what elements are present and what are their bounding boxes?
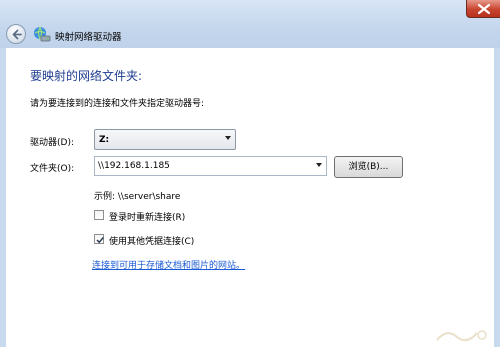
instruction-text: 请为要连接到的连接和文件夹指定驱动器号: [30, 99, 205, 109]
back-arrow-icon [12, 29, 22, 40]
window-title: 映射网络驱动器 [55, 32, 122, 43]
drive-label: 驱动器(D): [30, 138, 74, 148]
website-storage-link[interactable]: 连接到可用于存储文档和图片的网站。 [92, 258, 245, 271]
browse-button[interactable]: 浏览(B)... [334, 156, 403, 178]
reconnect-label[interactable]: 登录时重新连接(R) [109, 210, 185, 223]
page-heading: 要映射的网络文件夹: [30, 69, 143, 83]
example-text: 示例: \\server\share [94, 192, 181, 202]
checkmark-icon [96, 237, 104, 244]
credentials-label[interactable]: 使用其他凭据连接(C) [109, 234, 194, 247]
folder-label: 文件夹(O): [30, 164, 75, 174]
close-icon [478, 4, 490, 14]
chevron-down-icon [225, 136, 231, 140]
chevron-down-icon[interactable] [316, 163, 322, 167]
reconnect-checkbox[interactable] [94, 210, 104, 220]
credentials-checkbox[interactable] [94, 234, 104, 244]
network-drive-icon [34, 26, 51, 42]
folder-combobox[interactable]: \\192.168.1.185 [94, 156, 327, 176]
dialog-content: 要映射的网络文件夹: 请为要连接到的连接和文件夹指定驱动器号: 驱动器(D): … [6, 48, 494, 347]
title-bar: 映射网络驱动器 [0, 0, 500, 48]
drive-select[interactable]: Z: [94, 129, 236, 150]
drive-select-value: Z: [99, 135, 110, 145]
folder-input-value: \\192.168.1.185 [98, 161, 170, 171]
back-button[interactable] [6, 24, 26, 44]
watermark-logo [436, 330, 487, 342]
close-button[interactable] [466, 0, 500, 18]
